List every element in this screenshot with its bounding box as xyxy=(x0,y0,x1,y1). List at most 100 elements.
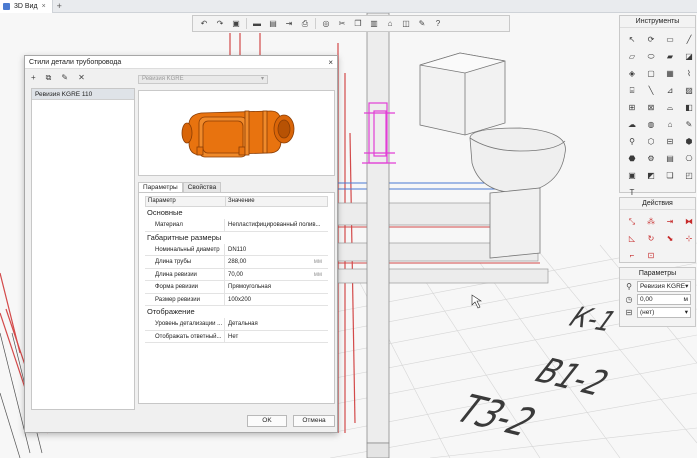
paste-icon[interactable]: ▥ xyxy=(367,17,381,30)
save-as-icon[interactable]: ▤ xyxy=(266,17,280,30)
add-style-icon[interactable]: + xyxy=(31,73,36,83)
equip-icon[interactable]: ◧ xyxy=(682,101,696,114)
param-value[interactable]: DN110 xyxy=(225,244,328,256)
pipe-icon[interactable]: ╱ xyxy=(682,33,696,46)
copy-icon[interactable]: ❐ xyxy=(351,17,365,30)
style-select[interactable]: Ревизия KGRE ▾ xyxy=(637,281,691,292)
table-row[interactable]: Форма ревизии Прямоугольная xyxy=(145,281,328,294)
param-name: Материал xyxy=(145,219,225,231)
ring-icon[interactable]: ◍ xyxy=(644,118,658,131)
elevation-input[interactable]: 0,00 м xyxy=(637,294,691,305)
gear-icon[interactable]: ⚙ xyxy=(644,152,658,165)
param-value[interactable]: 288,00 мм xyxy=(225,256,328,268)
dim-icon[interactable]: ⊿ xyxy=(663,84,677,97)
param-value-text: Непластифицированный полив... xyxy=(228,222,321,228)
list-item[interactable]: Ревизия KGRE 110 xyxy=(32,89,134,100)
copy2-icon[interactable]: ❏ xyxy=(663,169,677,182)
table-row[interactable]: Длина ревизии 70,00 мм xyxy=(145,268,328,281)
layers-icon[interactable]: ◫ xyxy=(399,17,413,30)
house-icon[interactable]: ⌂ xyxy=(663,118,677,131)
table-row[interactable]: Уровень детализации ... Детальная xyxy=(145,318,328,331)
close-tab-icon[interactable]: × xyxy=(42,3,46,10)
export-icon[interactable]: ⇥ xyxy=(282,17,296,30)
mirror-icon[interactable]: ⧓ xyxy=(682,215,696,228)
text2-icon[interactable]: ⊞ xyxy=(625,101,639,114)
tab-3d-view[interactable]: 3D Вид × xyxy=(0,0,53,13)
wrench-icon[interactable]: ✎ xyxy=(415,17,429,30)
trim-icon[interactable]: ⌐ xyxy=(625,249,639,262)
mep-icon[interactable]: ⊠ xyxy=(644,101,658,114)
ok-button[interactable]: OK xyxy=(247,415,287,427)
beam-icon[interactable]: ▰ xyxy=(663,50,677,63)
grid-icon[interactable]: ⊟ xyxy=(663,135,677,148)
param-value-text: 288,00 xyxy=(228,259,247,265)
move-icon[interactable]: ⤡ xyxy=(625,215,639,228)
fixture-icon[interactable]: ⌓ xyxy=(663,101,677,114)
hex-icon[interactable]: ⎔ xyxy=(682,152,696,165)
tab-properties[interactable]: Свойства xyxy=(182,182,222,192)
array-icon[interactable]: ⁂ xyxy=(644,215,658,228)
table-row[interactable]: Отображать ответный... Нет xyxy=(145,330,328,343)
undo-icon[interactable]: ↶ xyxy=(197,17,211,30)
duct-icon[interactable]: ▦ xyxy=(663,67,677,80)
stretch-icon[interactable]: ⬊ xyxy=(663,232,677,245)
cloud-icon[interactable]: ☁ xyxy=(625,118,639,131)
table-row[interactable]: Материал Непластифицированный полив... xyxy=(145,219,328,232)
layers2-icon[interactable]: ◰ xyxy=(682,169,696,182)
level-select[interactable]: (нет) ▾ xyxy=(637,307,691,318)
box-icon[interactable]: ▣ xyxy=(625,169,639,182)
table-row[interactable]: Размер ревизии 100x200 xyxy=(145,293,328,306)
close-icon[interactable]: × xyxy=(328,58,333,67)
shape-icon[interactable]: ⬡ xyxy=(644,135,658,148)
param-value[interactable]: 100x200 xyxy=(225,294,328,306)
hatch-icon[interactable]: ▨ xyxy=(682,84,696,97)
duplicate-style-icon[interactable]: ⧉ xyxy=(46,73,52,83)
elevation-unit: м xyxy=(683,296,688,303)
offset-icon[interactable]: ◺ xyxy=(625,232,639,245)
cube-icon[interactable]: ⬢ xyxy=(682,135,696,148)
wrap-icon[interactable]: ◩ xyxy=(644,169,658,182)
param-value-text: 100x200 xyxy=(228,296,252,303)
cut-icon[interactable]: ✂ xyxy=(335,17,349,30)
save-icon[interactable]: ▬ xyxy=(250,17,264,30)
table-row[interactable]: Номинальный диаметр DN110 xyxy=(145,243,328,256)
print-icon[interactable]: ⎙ xyxy=(298,17,312,30)
pointer-icon[interactable]: ↖ xyxy=(625,33,639,46)
document-tabbar: 3D Вид × + xyxy=(0,0,697,13)
redo-icon[interactable]: ↷ xyxy=(213,17,227,30)
rotate-icon[interactable]: ⟳ xyxy=(644,33,658,46)
part-icon[interactable]: ◈ xyxy=(625,67,639,80)
fitting-icon[interactable]: ▢ xyxy=(644,67,658,80)
preset-select: Ревизия KGRE ▾ xyxy=(138,75,268,84)
rename-style-icon[interactable]: ✎ xyxy=(61,73,68,83)
help-icon[interactable]: ? xyxy=(431,17,445,30)
line-icon[interactable]: ╲ xyxy=(644,84,658,97)
table-row[interactable]: Длина трубы 288,00 мм xyxy=(145,256,328,269)
render-icon[interactable]: ◎ xyxy=(319,17,333,30)
param-value[interactable]: Детальная xyxy=(225,318,328,330)
column-icon[interactable]: ◪ xyxy=(682,50,696,63)
wall-icon[interactable]: ▱ xyxy=(625,50,639,63)
stair-icon[interactable]: ⌸ xyxy=(625,84,639,97)
cancel-button[interactable]: Отмена xyxy=(293,415,335,427)
split-icon[interactable]: ⊹ xyxy=(682,232,696,245)
slab-icon[interactable]: ⬭ xyxy=(644,50,658,63)
pin-icon[interactable]: ⚲ xyxy=(625,135,639,148)
align-icon[interactable]: ⇥ xyxy=(663,215,677,228)
rect-icon[interactable]: ▭ xyxy=(663,33,677,46)
param-value[interactable]: Прямоугольная xyxy=(225,281,328,293)
param-value[interactable]: 70,00 мм xyxy=(225,269,328,281)
nut-icon[interactable]: ⬣ xyxy=(625,152,639,165)
rotate2-icon[interactable]: ↻ xyxy=(644,232,658,245)
pen-icon[interactable]: ✎ xyxy=(682,118,696,131)
insert-icon[interactable]: ⊡ xyxy=(644,249,658,262)
delete-style-icon[interactable]: ✕ xyxy=(78,73,85,83)
add-tab-button[interactable]: + xyxy=(57,1,62,11)
copy-view-icon[interactable]: ▣ xyxy=(229,17,243,30)
sheet-icon[interactable]: ▤ xyxy=(663,152,677,165)
tab-parameters[interactable]: Параметры xyxy=(138,182,183,192)
param-value[interactable]: Нет xyxy=(225,331,328,343)
valve-icon[interactable]: ⌇ xyxy=(682,67,696,80)
param-value[interactable]: Непластифицированный полив... xyxy=(225,219,328,231)
tag-icon[interactable]: ⌂ xyxy=(383,17,397,30)
